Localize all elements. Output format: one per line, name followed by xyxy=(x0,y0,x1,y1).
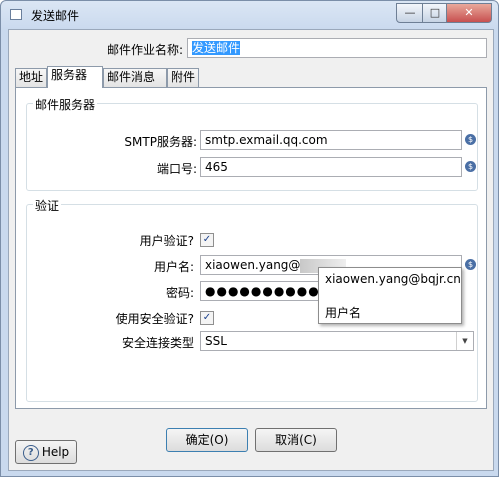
username-value: xiaowen.yang@ xyxy=(205,258,301,272)
username-tooltip: xiaowen.yang@bqjr.cn 用户名 xyxy=(318,267,462,324)
password-label: 密码: xyxy=(165,286,194,300)
job-name-value: 发送邮件 xyxy=(192,41,241,55)
conn-type-value: SSL xyxy=(205,334,227,348)
close-button[interactable]: ✕ xyxy=(446,3,492,23)
tooltip-value: xiaowen.yang@bqjr.cn xyxy=(325,272,461,286)
tab-attachments[interactable]: 附件 xyxy=(167,68,199,87)
user-auth-checkbox[interactable]: ✓ xyxy=(200,233,214,247)
window-title: 发送邮件 xyxy=(31,9,80,23)
smtp-label: SMTP服务器: xyxy=(124,135,197,149)
maximize-button[interactable]: □ xyxy=(422,3,448,23)
user-auth-label: 用户验证? xyxy=(139,234,194,248)
window-icon xyxy=(10,9,22,20)
cancel-button[interactable]: 取消(C) xyxy=(255,428,337,452)
tab-bar: 地址 服务器 邮件消息 附件 xyxy=(15,66,489,88)
job-name-input[interactable]: 发送邮件 xyxy=(187,38,487,58)
tab-message[interactable]: 邮件消息 xyxy=(103,68,167,87)
smtp-input[interactable]: smtp.exmail.qq.com xyxy=(200,130,462,150)
tab-server[interactable]: 服务器 xyxy=(47,66,103,88)
conn-type-select[interactable]: SSL ▼ xyxy=(200,331,474,351)
help-button[interactable]: ? Help xyxy=(15,440,77,464)
username-label: 用户名: xyxy=(153,260,194,274)
ok-button[interactable]: 确定(O) xyxy=(166,428,248,452)
tooltip-caption: 用户名 xyxy=(325,306,362,320)
secure-auth-label: 使用安全验证? xyxy=(115,312,194,326)
title-bar[interactable]: 发送邮件 — □ ✕ xyxy=(1,1,498,29)
conn-type-label: 安全连接类型 xyxy=(121,336,194,350)
help-icon: ? xyxy=(22,444,39,461)
secure-auth-checkbox[interactable]: ✓ xyxy=(200,311,214,325)
port-label: 端口号: xyxy=(156,162,197,176)
chevron-down-icon[interactable]: ▼ xyxy=(456,332,473,350)
tab-address[interactable]: 地址 xyxy=(15,68,47,87)
variable-icon[interactable]: $ xyxy=(465,134,476,145)
port-input[interactable]: 465 xyxy=(200,157,462,177)
variable-icon[interactable]: $ xyxy=(465,259,476,270)
auth-group-title: 验证 xyxy=(33,197,62,214)
variable-icon[interactable]: $ xyxy=(465,161,476,172)
job-name-label: 邮件作业名称: xyxy=(106,43,183,57)
help-button-label: Help xyxy=(41,445,70,459)
server-tab-panel: 邮件服务器 SMTP服务器: smtp.exmail.qq.com $ 端口号:… xyxy=(15,87,487,409)
mail-server-group-title: 邮件服务器 xyxy=(33,96,98,113)
dialog-window: 发送邮件 — □ ✕ 邮件作业名称: 发送邮件 地址 服务器 邮件消息 附件 邮… xyxy=(0,0,499,477)
minimize-button[interactable]: — xyxy=(396,3,424,23)
dialog-client: 邮件作业名称: 发送邮件 地址 服务器 邮件消息 附件 邮件服务器 SMTP服务… xyxy=(8,29,494,471)
mail-server-group: 邮件服务器 SMTP服务器: smtp.exmail.qq.com $ 端口号:… xyxy=(26,96,478,191)
